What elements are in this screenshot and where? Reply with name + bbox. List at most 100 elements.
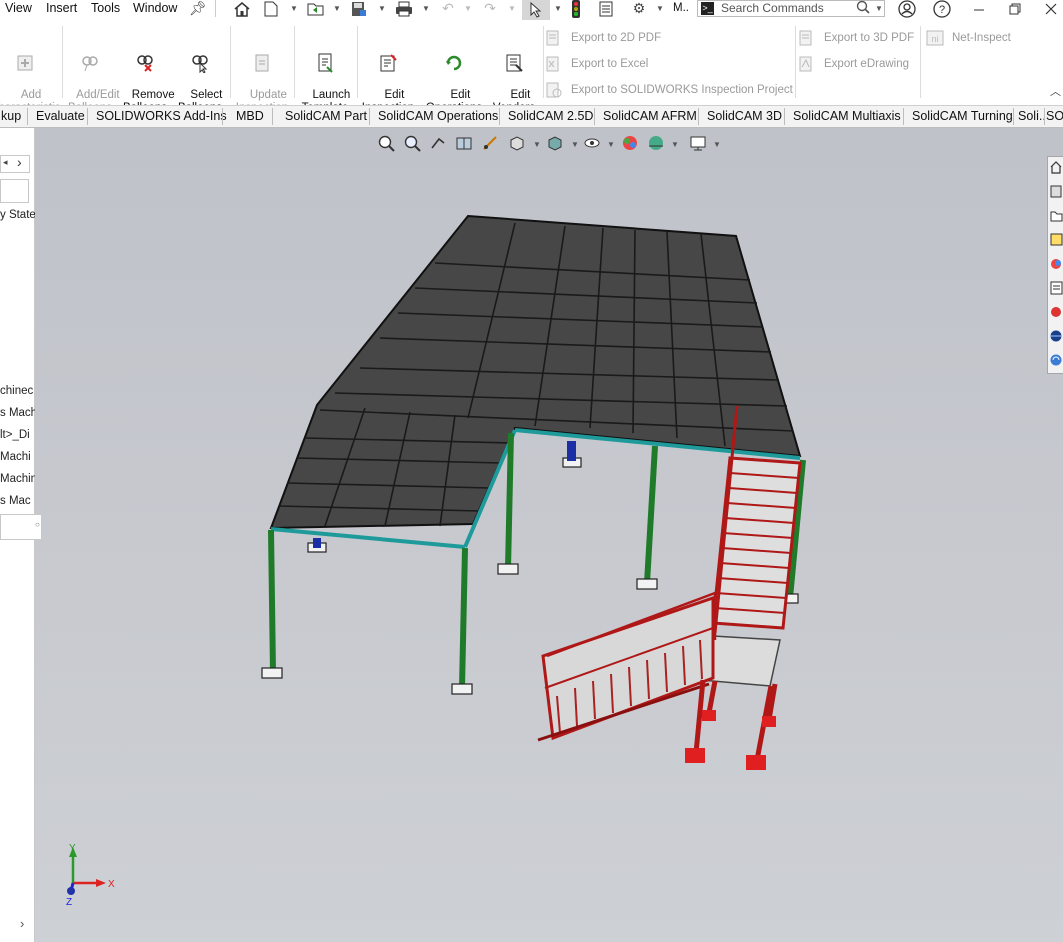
view-settings-icon[interactable] <box>687 133 709 153</box>
dynamic-annotation-icon[interactable] <box>479 133 501 153</box>
tab-solidcam-turning[interactable]: SolidCAM Turning <box>912 106 1013 127</box>
zoom-to-area-icon[interactable] <box>401 133 423 153</box>
task-pane-tabs <box>1047 156 1063 374</box>
filter-input[interactable] <box>0 179 29 203</box>
search-icon[interactable] <box>856 0 870 17</box>
tab-solidcam-part[interactable]: SolidCAM Part <box>285 106 367 127</box>
restore-icon[interactable] <box>1004 0 1026 17</box>
command-prompt-icon: >_ <box>701 2 714 15</box>
tab-solidcam-truncated[interactable]: Soli... <box>1018 106 1046 127</box>
tab-mbd[interactable]: MBD <box>236 106 264 127</box>
collapse-ribbon-chevron-up-icon[interactable]: ︿ <box>1050 83 1061 99</box>
tab-solidcam-3d[interactable]: SolidCAM 3D <box>707 106 782 127</box>
tab-solidcam-operations[interactable]: SolidCAM Operations <box>378 106 498 127</box>
previous-view-icon[interactable] <box>427 133 449 153</box>
tab-solidworks-add-ins[interactable]: SOLIDWORKS Add-Ins <box>96 106 227 127</box>
chevron-down-icon[interactable]: ▼ <box>533 140 541 149</box>
chevron-right-icon[interactable]: › <box>17 154 22 170</box>
export-edrawing-button[interactable]: Export eDrawing <box>799 56 909 72</box>
refresh-globe-icon[interactable] <box>1049 351 1063 369</box>
traffic-light-icon[interactable] <box>567 0 585 18</box>
save-icon[interactable] <box>348 0 370 17</box>
export-excel-button[interactable]: Export to Excel <box>546 56 648 72</box>
zoom-to-fit-icon[interactable] <box>375 133 397 153</box>
tab-markup[interactable]: kup <box>1 106 21 127</box>
open-icon[interactable] <box>305 0 327 17</box>
chevron-down-icon[interactable]: ▼ <box>671 140 679 149</box>
chevron-down-icon[interactable]: ▼ <box>290 4 298 13</box>
custom-properties-icon[interactable] <box>1049 279 1063 297</box>
chevron-down-icon[interactable]: ▼ <box>607 140 615 149</box>
graphics-area[interactable]: ▼ ▼ ▼ ▼ ▼ Y X Z <box>35 128 1063 942</box>
tree-item[interactable]: s Mac <box>0 494 35 508</box>
chevron-down-icon[interactable]: ▼ <box>378 4 386 13</box>
display-style-icon[interactable] <box>543 133 565 153</box>
net-inspect-button[interactable]: ni Net-Inspect <box>926 30 1011 46</box>
section-view-icon[interactable] <box>453 133 475 153</box>
tab-solidcam-multiaxis[interactable]: SolidCAM Multiaxis <box>793 106 901 127</box>
new-document-icon[interactable] <box>262 0 280 17</box>
file-properties-icon[interactable] <box>596 0 616 17</box>
mezzanine-model[interactable] <box>35 128 1063 942</box>
net-inspect-icon: ni <box>926 30 944 46</box>
appearances-icon[interactable] <box>1049 255 1063 273</box>
separator <box>27 108 28 125</box>
tab-truncated[interactable]: SO <box>1046 106 1063 127</box>
hide-show-items-icon[interactable] <box>581 133 603 153</box>
design-library-icon[interactable] <box>1049 207 1063 225</box>
tree-item[interactable]: chinec <box>0 384 35 398</box>
export-sw-inspection-button[interactable]: Export to SOLIDWORKS Inspection Project <box>546 82 793 98</box>
menu-insert[interactable]: Insert <box>46 0 77 17</box>
tree-item[interactable]: Machi <box>0 450 35 464</box>
menu-view[interactable]: View <box>5 0 32 17</box>
tab-solidcam-afrm[interactable]: SolidCAM AFRM <box>603 106 697 127</box>
chevron-down-icon[interactable]: ▼ <box>875 4 883 13</box>
tree-item[interactable]: lt>_Di <box>0 428 35 442</box>
solidworks-resources-icon[interactable] <box>1049 183 1063 201</box>
chevron-down-icon[interactable]: ▼ <box>508 4 516 13</box>
edit-appearance-icon[interactable] <box>619 133 641 153</box>
redo-icon[interactable]: ↷ <box>480 0 500 17</box>
user-account-icon[interactable] <box>896 0 918 18</box>
export-2d-pdf-button[interactable]: Export to 2D PDF <box>546 30 661 46</box>
circle-icon: ○ <box>35 520 40 529</box>
select-arrow-icon[interactable] <box>522 0 550 20</box>
gear-icon[interactable]: ⚙ <box>629 0 649 17</box>
tree-item[interactable]: Machin <box>0 472 35 486</box>
chevron-right-icon[interactable]: › <box>20 916 24 931</box>
lower-stair-flight[interactable] <box>541 595 715 741</box>
solidworks-window: View Insert Tools Window 📌︎ ▼ ▼ ▼ ▼ ↶ ▼ … <box>0 0 1063 942</box>
display-state-label: y State <box>0 209 35 221</box>
chevron-down-icon[interactable]: ▼ <box>656 4 664 13</box>
search-commands-input[interactable]: >_ Search Commands ▼ <box>697 0 885 17</box>
chevron-down-icon[interactable]: ▼ <box>571 140 579 149</box>
undo-icon[interactable]: ↶ <box>438 0 458 17</box>
chevron-down-icon[interactable]: ▼ <box>464 4 472 13</box>
chevron-down-icon[interactable]: ▼ <box>713 140 721 149</box>
upper-stair-flight[interactable] <box>711 456 802 630</box>
tree-item[interactable]: s Mach <box>0 406 35 420</box>
view-orientation-icon[interactable] <box>505 133 527 153</box>
menu-tools[interactable]: Tools <box>91 0 120 17</box>
chevron-down-icon[interactable]: ▼ <box>554 4 562 13</box>
help-icon[interactable]: ? <box>931 0 953 18</box>
pin-icon[interactable]: 📌︎ <box>189 0 207 17</box>
home-icon[interactable] <box>231 0 253 17</box>
export-3d-pdf-button[interactable]: Export to 3D PDF <box>799 30 914 46</box>
apply-scene-icon[interactable] <box>645 133 667 153</box>
home-icon[interactable] <box>1049 159 1063 177</box>
tab-evaluate[interactable]: Evaluate <box>36 106 85 127</box>
minimize-icon[interactable] <box>968 0 990 17</box>
close-icon[interactable] <box>1040 0 1062 17</box>
menu-window[interactable]: Window <box>133 0 177 17</box>
file-explorer-icon[interactable] <box>1049 231 1063 249</box>
solidcam-icon[interactable] <box>1049 303 1063 321</box>
globe-icon[interactable] <box>1049 327 1063 345</box>
separator <box>795 26 796 98</box>
deck-surface[interactable] <box>269 214 802 530</box>
print-icon[interactable] <box>393 0 415 17</box>
chevron-left-icon[interactable]: ◂ <box>3 157 8 168</box>
tab-solidcam-2-5d[interactable]: SolidCAM 2.5D <box>508 106 593 127</box>
chevron-down-icon[interactable]: ▼ <box>333 4 341 13</box>
chevron-down-icon[interactable]: ▼ <box>422 4 430 13</box>
